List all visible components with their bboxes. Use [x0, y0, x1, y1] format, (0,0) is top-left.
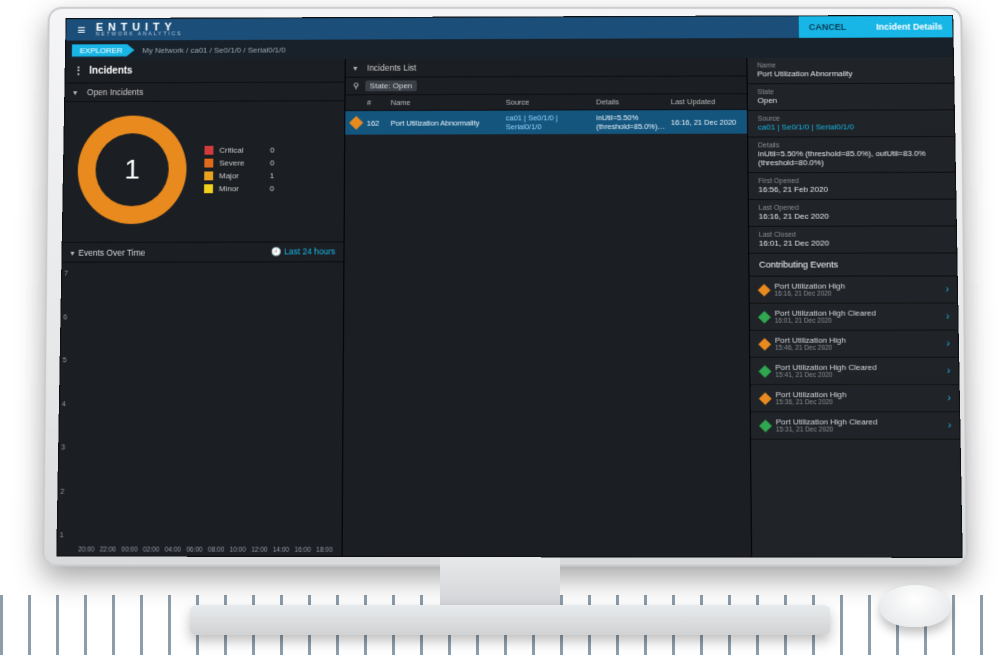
severity-icon	[759, 392, 772, 405]
chevron-right-icon: ›	[948, 420, 952, 431]
severity-icon	[759, 419, 772, 432]
event-title: Port Utilization High	[774, 282, 845, 291]
event-title: Port Utilization High	[776, 390, 847, 399]
detail-field: Sourceca01 | Se0/1/0 | Serial0/1/0	[748, 110, 955, 137]
event-timestamp: 16:01, 21 Dec 2020	[775, 318, 876, 325]
col-header[interactable]: #	[367, 98, 385, 107]
events-title[interactable]: Events Over Time	[70, 247, 145, 257]
row-updated: 16:16, 21 Dec 2020	[671, 117, 741, 126]
chevron-right-icon: ›	[945, 284, 949, 295]
severity-icon	[758, 337, 771, 350]
monitor-base	[190, 605, 830, 635]
legend-count: 0	[270, 146, 274, 155]
severity-counts: 0 0 1 0	[270, 146, 275, 193]
chevron-right-icon: ›	[946, 311, 950, 322]
detail-field: DetailsinUtil=5.50% (threshold=85.0%), o…	[748, 137, 955, 173]
col-header[interactable]: Details	[596, 97, 665, 106]
col-header[interactable]: Source	[506, 98, 590, 107]
event-title: Port Utilization High Cleared	[776, 417, 878, 426]
time-range[interactable]: 🕘 Last 24 hours	[271, 246, 335, 257]
legend-count: 1	[270, 171, 274, 180]
incident-details-header: CANCEL Incident Details	[799, 16, 953, 38]
contributing-event[interactable]: Port Utilization High Cleared15:41, 21 D…	[750, 358, 959, 385]
legend-count: 0	[270, 158, 274, 167]
severity-legend: Critical Severe Major Minor	[204, 146, 244, 193]
brand: ENTUITY NETWORK ANALYTICS	[96, 22, 183, 37]
top-bar: ≡ ENTUITY NETWORK ANALYTICS CANCEL Incid…	[66, 16, 952, 41]
incidents-donut: 1	[77, 115, 187, 224]
events-chart: 7654321 20:0022:0000:0002:0004:0006:0008…	[57, 262, 343, 556]
severity-icon	[758, 310, 771, 323]
event-timestamp: 15:36, 21 Dec 2020	[776, 399, 847, 406]
col-header[interactable]	[351, 98, 361, 107]
row-source: ca01 | Se0/1/0 | Serial0/1/0	[506, 113, 591, 131]
chevron-right-icon: ›	[947, 393, 951, 404]
col-header[interactable]: Name	[391, 98, 500, 107]
open-incidents-panel: 1 Critical Severe Major Minor 0 0 1 0	[63, 101, 344, 242]
brand-sub: NETWORK ANALYTICS	[96, 32, 183, 37]
filter-bar: ⚲ State: Open	[345, 76, 746, 95]
cancel-button[interactable]: CANCEL	[809, 22, 846, 32]
event-timestamp: 15:31, 21 Dec 2020	[776, 426, 878, 433]
contributing-event[interactable]: Port Utilization High15:36, 21 Dec 2020 ›	[750, 385, 959, 412]
events-over-time-header: Events Over Time 🕘 Last 24 hours	[62, 241, 343, 262]
table-header: # Name Source Details Last Updated	[345, 94, 747, 111]
donut-value: 1	[77, 115, 187, 224]
details-title: Incident Details	[876, 22, 943, 32]
menu-icon[interactable]: ≡	[66, 22, 96, 38]
detail-field: Last Opened16:16, 21 Dec 2020	[748, 200, 955, 227]
chevron-right-icon: ›	[946, 338, 950, 349]
detail-field: Last Closed16:01, 21 Dec 2020	[749, 226, 957, 253]
severity-icon	[758, 365, 771, 378]
event-timestamp: 15:46, 21 Dec 2020	[775, 345, 846, 352]
event-title: Port Utilization High	[775, 336, 846, 345]
contributing-event[interactable]: Port Utilization High16:16, 21 Dec 2020 ›	[749, 276, 957, 303]
contributing-event[interactable]: Port Utilization High Cleared16:01, 21 D…	[749, 304, 957, 331]
detail-field: NamePort Utilization Abnormality	[747, 57, 953, 84]
incidents-title: ⋮ Incidents	[65, 59, 344, 83]
breadcrumb[interactable]: My Network / ca01 / Se0/1/0 / Serial0/1/…	[142, 45, 285, 54]
contributing-events-heading: Contributing Events	[749, 253, 957, 276]
severity-icon	[349, 116, 363, 130]
contributing-event[interactable]: Port Utilization High Cleared15:31, 21 D…	[750, 412, 959, 439]
incident-details-panel: NamePort Utilization AbnormalityStateOpe…	[747, 57, 961, 557]
event-title: Port Utilization High Cleared	[775, 309, 876, 318]
contributing-event[interactable]: Port Utilization High15:46, 21 Dec 2020 ›	[750, 331, 958, 358]
row-name: Port Utilization Abnormality	[391, 118, 500, 127]
explorer-button[interactable]: EXPLORER	[72, 44, 135, 57]
severity-icon	[758, 283, 771, 296]
legend-item: Major	[204, 171, 244, 180]
row-number: 162	[367, 118, 385, 127]
detail-field: StateOpen	[747, 84, 953, 111]
filter-icon[interactable]: ⚲	[353, 82, 359, 91]
detail-field: First Opened16:56, 21 Feb 2020	[748, 173, 955, 200]
state-filter-chip[interactable]: State: Open	[365, 80, 417, 91]
chevron-right-icon: ›	[947, 365, 951, 376]
row-details: inUtil=5.50% (threshold=85.0%)…	[596, 113, 665, 131]
legend-item: Critical	[204, 146, 244, 155]
table-row[interactable]: 162 Port Utilization Abnormality ca01 | …	[345, 110, 747, 135]
legend-item: Minor	[204, 184, 244, 193]
app-screen: ≡ ENTUITY NETWORK ANALYTICS CANCEL Incid…	[57, 16, 961, 557]
event-timestamp: 15:41, 21 Dec 2020	[775, 372, 877, 379]
col-header[interactable]: Last Updated	[671, 97, 741, 106]
event-title: Port Utilization High Cleared	[775, 363, 877, 372]
mouse	[880, 585, 950, 627]
incidents-list-heading[interactable]: Incidents List	[345, 58, 746, 78]
incidents-list-panel: Incidents List ⚲ State: Open # Name Source…	[342, 58, 752, 557]
left-column: ⋮ Incidents Open Incidents 1 Critical Sev…	[57, 59, 345, 556]
legend-count: 0	[270, 184, 274, 193]
list-icon: ⋮	[73, 66, 83, 77]
legend-item: Severe	[204, 159, 244, 168]
open-incidents-heading[interactable]: Open Incidents	[65, 83, 344, 102]
event-timestamp: 16:16, 21 Dec 2020	[774, 291, 845, 298]
